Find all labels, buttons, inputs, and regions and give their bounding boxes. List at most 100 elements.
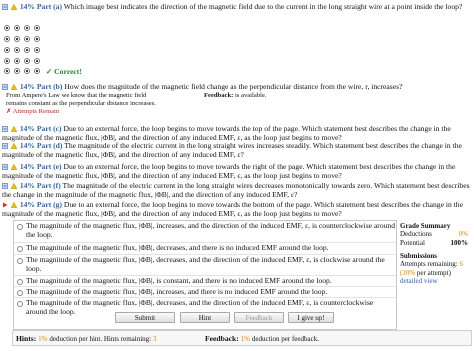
submissions-panel: Submissions Attempts remaining: 6 (20% p… (400, 252, 472, 286)
part-f-label: 14% Part (f) (19, 181, 61, 190)
part-g-header: 14% Part (g) Due to an external force, t… (2, 200, 470, 218)
feedback-button[interactable]: Feedback (234, 312, 284, 323)
dot-icon (14, 25, 20, 31)
radio-button[interactable] (17, 279, 23, 285)
field-image-grid-row (4, 24, 44, 32)
option-text: The magnitude of the magnetic flux, |ΦB|… (26, 276, 332, 285)
submit-button[interactable]: Submit (115, 312, 175, 323)
part-g-label: 14% Part (g) (19, 200, 62, 209)
potential-value: 100% (450, 239, 469, 248)
part-b-header: 14% Part (b) How does the magnitude of t… (2, 82, 470, 91)
answer-option[interactable]: The magnitude of the magnetic flux, |ΦB|… (14, 255, 396, 276)
warning-icon (10, 183, 17, 189)
list-icon[interactable] (2, 183, 8, 189)
dot-icon (24, 58, 30, 64)
per-attempt-value: (20% (400, 268, 416, 277)
part-e-question: Due to an external force, the loop begin… (2, 162, 456, 181)
part-b-answer-line: From Ampere's Law we know that the magne… (6, 92, 147, 99)
feedback-pct: 1% (240, 335, 250, 343)
attempts-status: ✗ Attempts Remain (6, 107, 60, 115)
warning-icon (10, 126, 17, 132)
per-attempt-label: per attempt) (416, 268, 451, 277)
option-text: The magnitude of the magnetic flux, |ΦB|… (26, 255, 385, 274)
dot-icon (4, 68, 10, 74)
part-b-answer: From Ampere's Law we know that the magne… (6, 92, 156, 116)
attempts-value: 6 (459, 260, 464, 269)
list-icon[interactable] (2, 84, 8, 90)
feedback-footer-label: Feedback: (205, 334, 239, 343)
dot-icon (24, 68, 30, 74)
hints-text: deduction per hint. Hints remaining: (49, 335, 152, 343)
dot-icon (4, 36, 10, 42)
part-b-answer-line: remains constant as the perpendicular di… (6, 99, 156, 107)
dot-icon (14, 36, 20, 42)
hints-pct: 1% (38, 335, 48, 343)
hints-remaining: 3 (153, 335, 157, 343)
radio-button[interactable] (17, 246, 23, 252)
give-up-button[interactable]: I give up! (288, 312, 334, 323)
feedback-text: is available. (234, 92, 267, 99)
feedback-info: Feedback: 1% deduction per feedback. (205, 334, 319, 343)
field-image-grid-row: ✓ Correct! (4, 67, 82, 76)
part-f-question: The magnitude of the electric current in… (2, 181, 470, 200)
list-icon[interactable] (2, 4, 8, 10)
option-text: The magnitude of the magnetic flux, |ΦB|… (26, 221, 396, 240)
field-image-grid-row (4, 46, 44, 54)
part-a-label: 14% Part (a) (19, 2, 62, 11)
deductions-label: Deductions (400, 230, 432, 239)
part-e-header[interactable]: 14% Part (e) Due to an external force, t… (2, 162, 470, 180)
part-c-question: Due to an external force, the loop begin… (2, 124, 451, 143)
answer-option[interactable]: The magnitude of the magnetic flux, |ΦB|… (14, 276, 396, 287)
dot-icon (24, 25, 30, 31)
warning-icon (10, 143, 17, 149)
feedback-label: Feedback: (204, 92, 234, 99)
dot-icon (14, 68, 20, 74)
part-c-header[interactable]: 14% Part (c) Due to an external force, t… (2, 124, 470, 142)
radio-button[interactable] (17, 301, 23, 307)
part-a-question: Which image best indicates the direction… (63, 2, 463, 11)
list-icon[interactable] (2, 126, 8, 132)
answer-option[interactable]: The magnitude of the magnetic flux, |ΦB|… (14, 221, 396, 243)
dot-icon (34, 68, 40, 74)
dot-icon (34, 25, 40, 31)
option-text: The magnitude of the magnetic flux, |ΦB|… (26, 287, 328, 296)
dot-icon (14, 47, 20, 53)
part-e-label: 14% Part (e) (19, 162, 62, 171)
feedback-footer-text: deduction per feedback. (251, 335, 319, 343)
option-text: The magnitude of the magnetic flux, |ΦB|… (26, 243, 329, 252)
hint-button[interactable]: Hint (180, 312, 230, 323)
radio-button[interactable] (17, 258, 23, 264)
grade-summary-title: Grade Summary (400, 222, 451, 230)
answer-option[interactable]: The magnitude of the magnetic flux, |ΦB|… (14, 287, 396, 298)
list-icon[interactable] (2, 143, 8, 149)
warning-icon (10, 202, 17, 208)
part-c-label: 14% Part (c) (19, 124, 62, 133)
dot-icon (4, 58, 10, 64)
dot-icon (24, 47, 30, 53)
radio-button[interactable] (17, 290, 23, 296)
correct-feedback: ✓ Correct! (45, 67, 82, 76)
dot-icon (34, 47, 40, 53)
submissions-title: Submissions (400, 252, 437, 260)
field-image-grid-row (4, 57, 44, 65)
field-image-grid-row (4, 35, 44, 43)
part-g-question: Due to an external force, the loop begin… (2, 200, 463, 219)
part-f-header[interactable]: 14% Part (f) The magnitude of the electr… (2, 181, 470, 199)
list-icon[interactable] (2, 164, 8, 170)
dot-icon (24, 36, 30, 42)
part-d-header[interactable]: 14% Part (d) The magnitude of the electr… (2, 141, 470, 159)
hints-label: Hints: (16, 334, 37, 343)
answer-option[interactable]: The magnitude of the magnetic flux, |ΦB|… (14, 243, 396, 255)
warning-icon (10, 164, 17, 170)
detailed-view-link[interactable]: detailed view (400, 277, 438, 285)
attempts-label: Attempts remaining: (400, 260, 458, 269)
dot-icon (4, 25, 10, 31)
radio-button[interactable] (17, 224, 23, 230)
hints-info: Hints: 1% deduction per hint. Hints rema… (16, 334, 157, 343)
expand-arrow-icon[interactable] (2, 202, 8, 208)
part-a-header: 14% Part (a) Which image best indicates … (2, 2, 470, 11)
part-b-question: How does the magnitude of the magnetic f… (64, 82, 403, 91)
potential-label: Potential (400, 239, 425, 248)
warning-icon (10, 4, 17, 10)
dot-icon (4, 47, 10, 53)
